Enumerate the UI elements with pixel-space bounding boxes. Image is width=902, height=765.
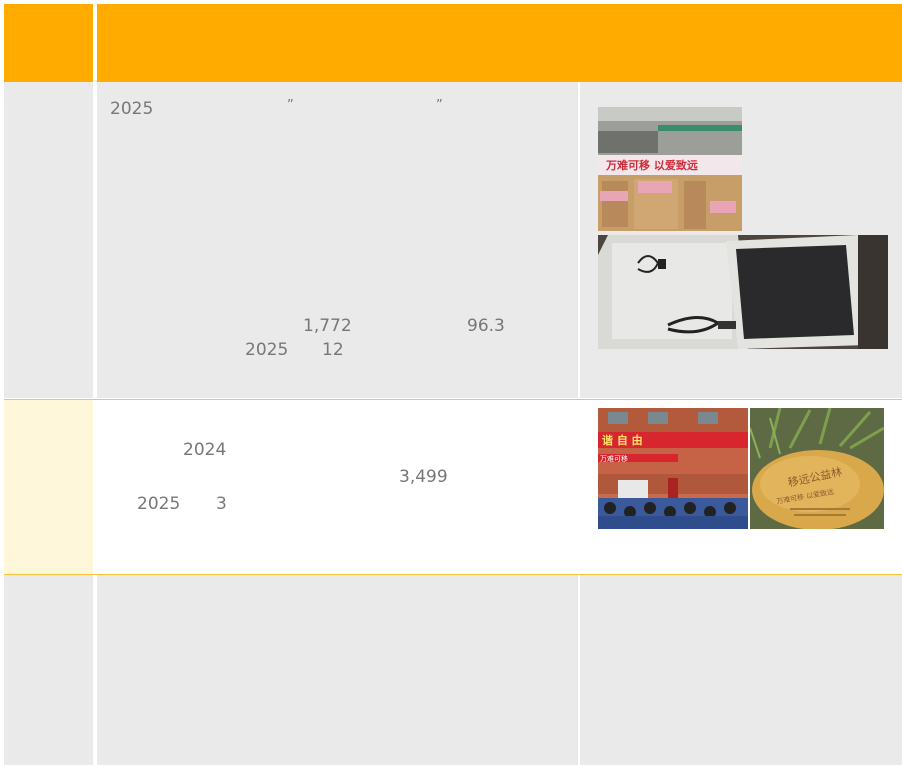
row1-year: 2025 xyxy=(110,99,154,119)
banner-text: 万难可移 以爱致远 xyxy=(605,158,698,172)
banner-mid-text: 万难可移 xyxy=(600,454,628,463)
row1-date-month: 12 xyxy=(322,340,344,360)
row3-photo-cell xyxy=(580,575,902,765)
header-content-cell xyxy=(97,4,902,82)
row2-count: 3,499 xyxy=(399,467,448,487)
banner-top-text: 谐 自 由 xyxy=(602,433,643,447)
row2-year: 2024 xyxy=(183,440,227,460)
donation-boxes-photo: 万难可移 以爱致远 xyxy=(598,107,742,231)
header-label-cell xyxy=(4,4,93,82)
row2-date-month: 3 xyxy=(216,494,227,514)
school-event-photo: 谐 自 由 万难可移 xyxy=(598,408,748,529)
row1-quote-close: ” xyxy=(436,98,443,113)
engraved-stone-image: 移远公益林 万难可移 以爱致远 xyxy=(750,408,884,529)
row3-text-cell xyxy=(97,575,578,765)
monitor-case-photo xyxy=(598,235,888,349)
row1-stat-rate: 96.3 xyxy=(467,316,505,336)
row1-date-year: 2025 xyxy=(245,340,289,360)
row2-label-cell xyxy=(4,400,93,574)
row2-date-year: 2025 xyxy=(137,494,181,514)
row1-label-cell xyxy=(4,82,93,398)
donation-boxes-image: 万难可移 以爱致远 xyxy=(598,107,742,231)
row1-quote-open: ” xyxy=(287,98,294,113)
row1-stat-count: 1,772 xyxy=(303,316,352,336)
engraved-stone-photo: 移远公益林 万难可移 以爱致远 xyxy=(750,408,884,529)
school-event-image: 谐 自 由 万难可移 xyxy=(598,408,748,529)
report-table: 2025 ” ” 1,772 96.3 2025 12 万难可移 以爱致远 20… xyxy=(0,0,902,765)
row2-text-cell xyxy=(97,400,578,574)
monitor-case-image xyxy=(598,235,888,349)
row3-label-cell xyxy=(4,575,93,765)
